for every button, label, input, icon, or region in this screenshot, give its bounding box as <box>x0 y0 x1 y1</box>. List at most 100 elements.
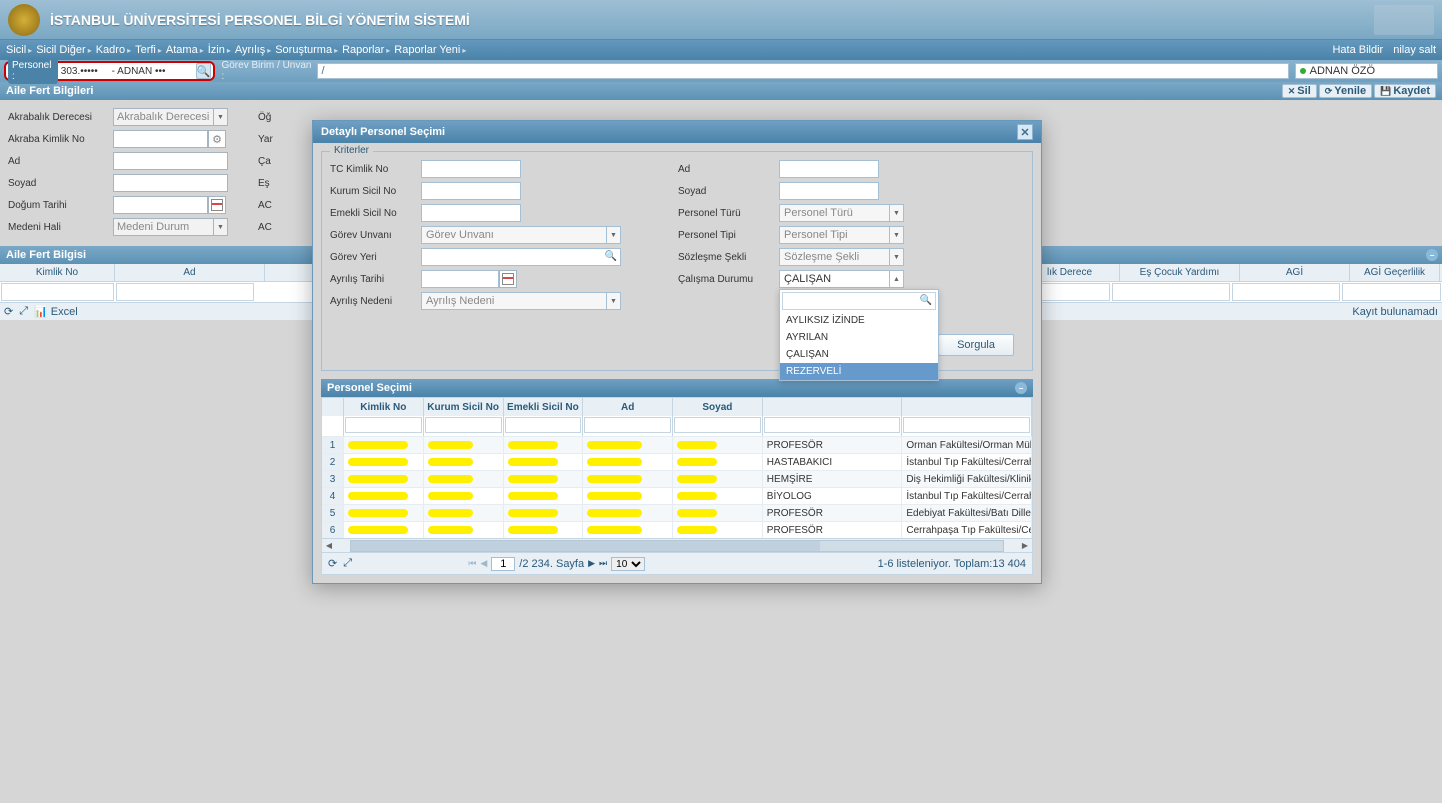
select-pturu[interactable]: Personel Türü▼ <box>779 204 904 222</box>
kaydet-button[interactable]: 💾Kaydet <box>1374 84 1436 98</box>
menu-sorusturma[interactable]: Soruşturma▸ <box>275 44 338 56</box>
pager-size-select[interactable]: 10 <box>611 557 645 571</box>
hata-bildir-link[interactable]: Hata Bildir <box>1332 44 1383 56</box>
input-ad2[interactable] <box>779 160 879 178</box>
menu-ayrilis[interactable]: Ayrılış▸ <box>235 44 271 56</box>
ps-filter-ad[interactable] <box>584 417 671 433</box>
ps-expand-icon[interactable]: ⤢ <box>343 557 352 570</box>
input-dogum[interactable] <box>113 196 208 214</box>
input-tc[interactable] <box>421 160 521 178</box>
ps-filter-emekli[interactable] <box>505 417 582 433</box>
menu-kadro[interactable]: Kadro▸ <box>96 44 131 56</box>
filter-kimlik[interactable] <box>1 283 114 301</box>
ps-col-kurum[interactable]: Kurum Sicil No <box>424 398 504 416</box>
kimlik-lookup-button[interactable]: ⚙ <box>208 130 226 148</box>
ps-col-emekli[interactable]: Emekli Sicil No <box>504 398 584 416</box>
search-icon: 🔍 <box>197 65 211 78</box>
pager-page-input[interactable] <box>491 557 515 571</box>
col-agi[interactable]: AGİ <box>1240 264 1350 281</box>
input-emekli[interactable] <box>421 204 521 222</box>
personel-input[interactable] <box>58 63 196 79</box>
ps-col-birim[interactable] <box>902 398 1032 416</box>
input-kurum[interactable] <box>421 182 521 200</box>
ps-filter-kimlik[interactable] <box>345 417 422 433</box>
pager-last-icon[interactable]: ⏭ <box>599 558 607 569</box>
pager-status: 1-6 listeleniyor. Toplam:13 404 <box>878 558 1026 570</box>
select-ayrneden[interactable]: Ayrılış Nedeni▼ <box>421 292 621 310</box>
col-es-yardim[interactable]: Eş Çocuk Yardımı <box>1120 264 1240 281</box>
select-akrabalik[interactable]: Akrabalık Derecesi▼ <box>113 108 228 126</box>
input-ad[interactable] <box>113 152 228 170</box>
section-header: Aile Fert Bilgileri ✕Sil ⟳Yenile 💾Kaydet <box>0 82 1442 100</box>
filter-agi[interactable] <box>1232 283 1340 301</box>
pager-prev-icon[interactable]: ◀ <box>480 558 487 569</box>
table-row[interactable]: 4BİYOLOGİstanbul Tıp Fakültesi/Cerrahi T… <box>322 487 1032 504</box>
input-ayrtarih[interactable] <box>421 270 499 288</box>
scroll-left-icon[interactable]: ◀ <box>322 540 336 552</box>
dialog-close-button[interactable]: ✕ <box>1017 124 1033 140</box>
option-ayrilan[interactable]: AYRILAN <box>780 329 938 346</box>
excel-export-button[interactable]: 📊 Excel <box>34 305 78 318</box>
menu-sicil-diger[interactable]: Sicil Diğer▸ <box>36 44 92 56</box>
scroll-right-icon[interactable]: ▶ <box>1018 540 1032 552</box>
ps-col-kimlik[interactable]: Kimlik No <box>344 398 424 416</box>
table-row[interactable]: 2HASTABAKICIİstanbul Tıp Fakültesi/Cerra… <box>322 453 1032 470</box>
ps-horizontal-scrollbar[interactable]: ◀ ▶ <box>322 538 1032 552</box>
search-gorevyeri[interactable]: 🔍 <box>421 248 621 266</box>
collapse-button[interactable]: − <box>1426 249 1438 261</box>
yenile-button[interactable]: ⟳Yenile <box>1319 84 1372 98</box>
option-calisan[interactable]: ÇALIŞAN <box>780 346 938 363</box>
calendar-icon <box>502 273 514 285</box>
option-rezerveli[interactable]: REZERVELİ <box>780 363 938 380</box>
menu-sicil[interactable]: Sicil▸ <box>6 44 32 56</box>
ps-col-ad[interactable]: Ad <box>583 398 673 416</box>
menu-atama[interactable]: Atama▸ <box>166 44 204 56</box>
sorgula-button[interactable]: Sorgula <box>938 334 1014 356</box>
select-medeni[interactable]: Medeni Durum▼ <box>113 218 228 236</box>
table-row[interactable]: 1PROFESÖROrman Fakültesi/Orman Mühendi <box>322 436 1032 453</box>
select-calisma[interactable]: ÇALIŞAN▲ <box>779 270 904 288</box>
ps-pager: ⟳ ⤢ ⏮ ◀ /2 234. Sayfa ▶ ⏭ 10 1-6 listele… <box>321 553 1033 575</box>
input-soyad2[interactable] <box>779 182 879 200</box>
expand-icon[interactable]: ⤢ <box>19 305 28 318</box>
pager-first-icon[interactable]: ⏮ <box>468 558 476 569</box>
select-sozlesme[interactable]: Sözleşme Şekli▼ <box>779 248 904 266</box>
menu-terfi[interactable]: Terfi▸ <box>135 44 162 56</box>
menu-raporlar-yeni[interactable]: Raporlar Yeni▸ <box>394 44 466 56</box>
col-agi-gecer[interactable]: AGİ Geçerlilik <box>1350 264 1440 281</box>
ps-filter-birim[interactable] <box>903 417 1030 433</box>
cell-birim: Orman Fakültesi/Orman Mühendi <box>902 437 1032 453</box>
filter-es[interactable] <box>1112 283 1230 301</box>
option-aylıksiz[interactable]: AYLIKSIZ İZİNDE <box>780 312 938 329</box>
refresh-icon[interactable]: ⟳ <box>4 305 13 318</box>
ps-filter-unvan[interactable] <box>764 417 901 433</box>
current-user[interactable]: nilay salt <box>1393 44 1436 56</box>
pager-next-icon[interactable]: ▶ <box>588 558 595 569</box>
ps-refresh-icon[interactable]: ⟳ <box>328 557 337 570</box>
input-kimlik[interactable] <box>113 130 208 148</box>
ps-filter-soyad[interactable] <box>674 417 761 433</box>
cell-emekli <box>504 488 584 504</box>
table-row[interactable]: 3HEMŞİREDiş Hekimliği Fakültesi/Klinik B… <box>322 470 1032 487</box>
menu-raporlar[interactable]: Raporlar▸ <box>342 44 390 56</box>
ps-col-soyad[interactable]: Soyad <box>673 398 763 416</box>
sil-button[interactable]: ✕Sil <box>1282 84 1317 98</box>
dropdown-search-input[interactable] <box>782 292 936 310</box>
ayrtarih-calendar-button[interactable] <box>499 270 517 288</box>
select-gorevunvan[interactable]: Görev Unvanı▼ <box>421 226 621 244</box>
table-row[interactable]: 6PROFESÖRCerrahpaşa Tıp Fakültesi/Cerrah… <box>322 521 1032 538</box>
select-ptipi[interactable]: Personel Tipi▼ <box>779 226 904 244</box>
kriterler-fieldset: Kriterler TC Kimlik No Ad Kurum Sicil No… <box>321 151 1033 371</box>
col-kimlik[interactable]: Kimlik No <box>0 264 115 281</box>
filter-agi-g[interactable] <box>1342 283 1441 301</box>
ps-collapse-button[interactable]: − <box>1015 382 1027 394</box>
date-picker-button[interactable] <box>208 196 226 214</box>
personel-search-button[interactable]: 🔍 <box>196 63 212 79</box>
ps-filter-kurum[interactable] <box>425 417 502 433</box>
ps-col-unvan[interactable] <box>763 398 903 416</box>
col-ad[interactable]: Ad <box>115 264 265 281</box>
menu-izin[interactable]: İzin▸ <box>208 44 231 56</box>
table-row[interactable]: 5PROFESÖREdebiyat Fakültesi/Batı Dilleri… <box>322 504 1032 521</box>
filter-ad[interactable] <box>116 283 254 301</box>
input-soyad[interactable] <box>113 174 228 192</box>
